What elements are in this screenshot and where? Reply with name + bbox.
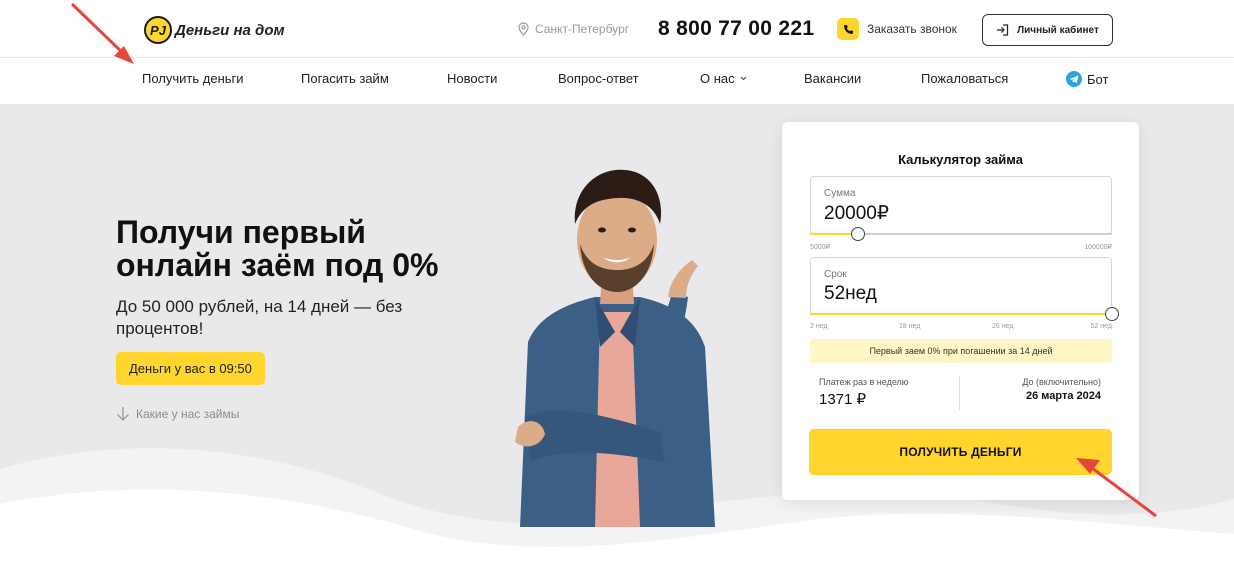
amount-number: 20000 <box>824 203 877 224</box>
nav-label: Получить деньги <box>142 71 244 86</box>
personal-cabinet-button[interactable]: Личный кабинет <box>982 14 1113 46</box>
city-selector[interactable]: Санкт-Петербург <box>518 22 629 36</box>
nav-label: Вакансии <box>804 71 862 86</box>
main-nav: Получить деньги Погасить займ Новости Во… <box>0 58 1234 104</box>
logo[interactable]: РJ Деньги на дом <box>144 16 285 44</box>
logo-icon: РJ <box>144 16 172 44</box>
term-field[interactable]: Срок 52нед <box>810 257 1112 315</box>
phone-number[interactable]: 8 800 77 00 221 <box>658 17 814 41</box>
nav-repay-loan[interactable]: Погасить займ <box>301 71 389 86</box>
repay-until-label: До (включительно) <box>1022 377 1101 387</box>
term-slider-handle[interactable] <box>1105 307 1119 321</box>
repay-until: До (включительно) 26 марта 2024 <box>1022 377 1101 402</box>
hero-person-image <box>515 169 715 527</box>
arrow-down-icon <box>117 407 129 421</box>
amount-value: 20000₽ <box>824 202 889 225</box>
chevron-down-icon <box>740 76 747 81</box>
term-unit: нед <box>845 283 877 304</box>
nav-vacancies[interactable]: Вакансии <box>804 71 861 86</box>
term-tick-label: 26 нед <box>992 323 1014 330</box>
top-header: РJ Деньги на дом Санкт-Петербург 8 800 7… <box>0 0 1234 58</box>
amount-min-label: 5000₽ <box>810 244 831 251</box>
logo-text: Деньги на дом <box>175 21 285 39</box>
nav-label: Пожаловаться <box>921 71 1009 86</box>
hero-title: Получи первый онлайн заём под 0% <box>116 214 439 283</box>
calculator-title: Калькулятор займа <box>898 152 1023 167</box>
amount-max-label: 100000₽ <box>1084 244 1112 251</box>
nav-label: О нас <box>700 71 735 86</box>
nav-label: Вопрос-ответ <box>558 71 639 86</box>
promo-note: Первый заем 0% при погашении за 14 дней <box>810 339 1112 363</box>
hero-section: Получи первый онлайн заём под 0% До 50 0… <box>0 104 1234 584</box>
location-pin-icon <box>518 22 529 36</box>
loans-scroll-link[interactable]: Какие у нас займы <box>116 406 239 422</box>
repay-until-value: 26 марта 2024 <box>1025 390 1101 402</box>
city-label: Санкт-Петербург <box>535 22 630 36</box>
term-tick-label: 18 нед <box>899 323 921 330</box>
term-tick-label: 2 нед <box>810 323 828 330</box>
term-number: 52 <box>824 283 846 304</box>
weekly-payment-value: 1371 ₽ <box>819 391 867 408</box>
timer-button[interactable]: Деньги у вас в 09:50 <box>116 352 265 385</box>
nav-label: Бот <box>1087 71 1109 87</box>
callback-button[interactable]: Заказать звонок <box>837 18 957 40</box>
amount-slider-handle[interactable] <box>850 227 865 241</box>
amount-slider[interactable] <box>810 227 1112 241</box>
nav-news[interactable]: Новости <box>447 71 497 86</box>
nav-about[interactable]: О нас <box>700 71 747 86</box>
get-money-button[interactable]: ПОЛУЧИТЬ ДЕНЬГИ <box>809 429 1112 475</box>
nav-label: Погасить займ <box>301 71 389 86</box>
weekly-payment-label: Платеж раз в неделю <box>819 377 909 387</box>
login-icon <box>997 24 1009 36</box>
amount-currency: ₽ <box>876 203 889 224</box>
nav-faq[interactable]: Вопрос-ответ <box>558 71 639 86</box>
nav-bot[interactable]: Бот <box>1066 71 1108 87</box>
hero-subtitle: До 50 000 рублей, на 14 дней — без проце… <box>116 297 403 338</box>
nav-complain[interactable]: Пожаловаться <box>921 71 1008 86</box>
cabinet-label: Личный кабинет <box>1017 24 1099 36</box>
telegram-icon <box>1066 71 1082 87</box>
term-label: Срок <box>824 269 847 280</box>
nav-label: Новости <box>447 71 498 86</box>
phone-icon <box>837 18 859 40</box>
term-tick-label: 52 нед <box>1090 323 1112 330</box>
nav-get-money[interactable]: Получить деньги <box>142 71 244 86</box>
amount-label: Сумма <box>824 188 856 199</box>
term-slider[interactable] <box>810 307 1119 321</box>
callback-label: Заказать звонок <box>867 22 957 36</box>
loan-calculator: Калькулятор займа Сумма 20000₽ 5000₽ 100… <box>782 122 1139 500</box>
scroll-link-label: Какие у нас займы <box>136 407 240 421</box>
weekly-payment: Платеж раз в неделю 1371 ₽ <box>819 377 909 408</box>
amount-field[interactable]: Сумма 20000₽ <box>810 176 1112 234</box>
term-slider-fill <box>810 313 1112 315</box>
term-value: 52нед <box>824 283 877 305</box>
summary-divider <box>959 376 960 410</box>
